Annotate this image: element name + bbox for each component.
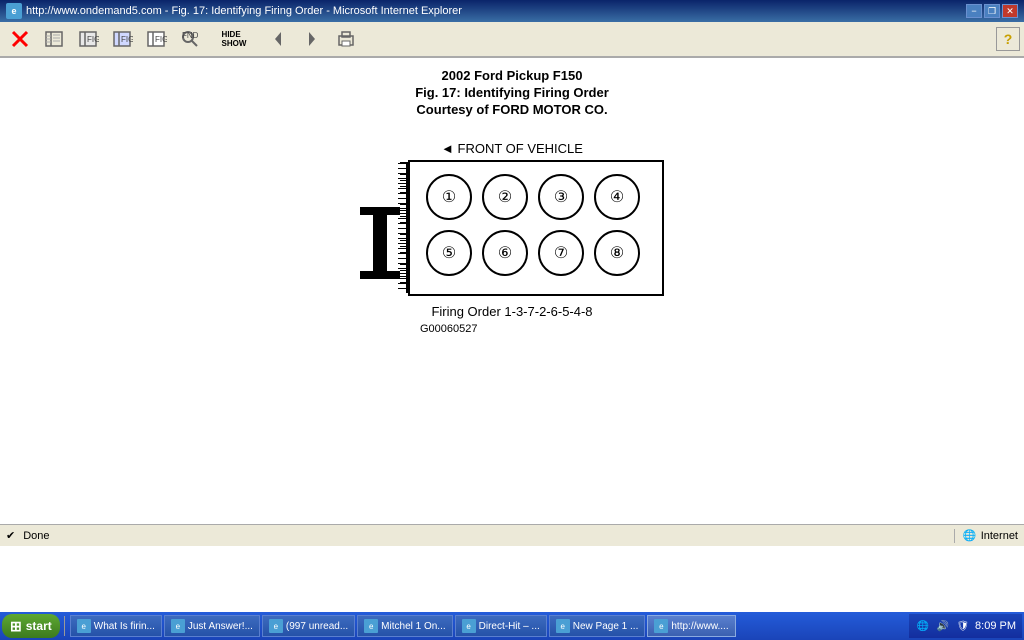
- globe-icon: 🌐: [963, 529, 977, 543]
- taskbar-item-6[interactable]: e New Page 1 ...: [549, 615, 646, 637]
- system-tray: 🌐 🔊 🛡 8:09 PM: [909, 614, 1022, 638]
- book-btn-3[interactable]: FIG: [106, 24, 138, 54]
- taskbar-item-3[interactable]: e (997 unread...: [262, 615, 355, 637]
- taskbar-label-3: (997 unread...: [286, 621, 348, 632]
- title-bar: e http://www.ondemand5.com - Fig. 17: Id…: [0, 0, 1024, 22]
- status-icon: ✔: [6, 529, 15, 542]
- page-title-line3: Courtesy of FORD MOTOR CO.: [416, 102, 607, 117]
- hide-show-button[interactable]: HIDESHOW: [208, 24, 260, 54]
- taskbar-item-5[interactable]: e Direct-Hit – ...: [455, 615, 547, 637]
- front-of-vehicle-label: ◄ FRONT OF VEHICLE: [441, 141, 583, 156]
- title-bar-left: e http://www.ondemand5.com - Fig. 17: Id…: [6, 3, 462, 19]
- back-button[interactable]: [4, 24, 36, 54]
- close-button[interactable]: ✕: [1002, 4, 1018, 18]
- taskbar-label-5: Direct-Hit – ...: [479, 621, 540, 632]
- taskbar-item-7[interactable]: e http://www....: [647, 615, 735, 637]
- cylinder-6: ⑥: [482, 230, 528, 276]
- nav-left-button[interactable]: [262, 24, 294, 54]
- status-bar: ✔ Done 🌐 Internet: [0, 524, 1024, 546]
- tray-icon-security: 🛡: [955, 618, 971, 634]
- tray-icon-volume: 🔊: [935, 618, 951, 634]
- content-area: 2002 Ford Pickup F150 Fig. 17: Identifyi…: [0, 58, 1024, 524]
- book-btn-2[interactable]: FIG: [72, 24, 104, 54]
- taskbar-icon-4: e: [364, 619, 378, 633]
- page-title-line2: Fig. 17: Identifying Firing Order: [415, 85, 609, 100]
- nav-right-button[interactable]: [296, 24, 328, 54]
- cylinder-2: ②: [482, 174, 528, 220]
- taskbar-icon-6: e: [556, 619, 570, 633]
- cylinder-4: ④: [594, 174, 640, 220]
- print-button[interactable]: [330, 24, 362, 54]
- taskbar-icon-1: e: [77, 619, 91, 633]
- cylinder-box: ① ② ③ ④ ⑤ ⑥ ⑦ ⑧: [408, 160, 664, 296]
- taskbar-item-4[interactable]: e Mitchel 1 On...: [357, 615, 452, 637]
- windows-logo: ⊞: [10, 618, 22, 635]
- book-btn-4[interactable]: FIG: [140, 24, 172, 54]
- svg-text:FND: FND: [182, 31, 199, 40]
- minimize-button[interactable]: −: [966, 4, 982, 18]
- zone-label: Internet: [981, 530, 1018, 542]
- title-bar-controls: − ❐ ✕: [966, 4, 1018, 18]
- cylinder-5: ⑤: [426, 230, 472, 276]
- restore-button[interactable]: ❐: [984, 4, 1000, 18]
- taskbar-item-1[interactable]: e What Is firin...: [70, 615, 162, 637]
- cylinder-8: ⑧: [594, 230, 640, 276]
- taskbar-icon-2: e: [171, 619, 185, 633]
- firing-order-label: Firing Order 1-3-7-2-6-5-4-8: [431, 304, 592, 319]
- status-text: Done: [23, 530, 945, 542]
- tray-icon-network: 🌐: [915, 618, 931, 634]
- crank-stub: [360, 177, 400, 279]
- cylinder-1: ①: [426, 174, 472, 220]
- toolbar: FIG FIG FIG FND HIDESHOW: [0, 22, 1024, 58]
- taskbar-label-6: New Page 1 ...: [573, 621, 639, 632]
- taskbar-label-4: Mitchel 1 On...: [381, 621, 445, 632]
- taskbar-item-2[interactable]: e Just Answer!...: [164, 615, 260, 637]
- help-button[interactable]: ?: [996, 27, 1020, 51]
- taskbar-label-7: http://www....: [671, 621, 728, 632]
- zoom-button[interactable]: FND: [174, 24, 206, 54]
- taskbar: ⊞ start e What Is firin... e Just Answer…: [0, 612, 1024, 640]
- cylinder-3: ③: [538, 174, 584, 220]
- cylinder-7: ⑦: [538, 230, 584, 276]
- taskbar-label-1: What Is firin...: [94, 621, 155, 632]
- diagram-code: G00060527: [420, 323, 478, 335]
- internet-zone: 🌐 Internet: [954, 529, 1018, 543]
- system-clock: 8:09 PM: [975, 620, 1016, 632]
- taskbar-icon-3: e: [269, 619, 283, 633]
- svg-text:FIG: FIG: [87, 35, 99, 44]
- engine-diagram: ① ② ③ ④ ⑤ ⑥ ⑦ ⑧: [360, 160, 664, 296]
- window-title: http://www.ondemand5.com - Fig. 17: Iden…: [26, 5, 462, 17]
- ie-icon: e: [6, 3, 22, 19]
- firing-order-diagram: ◄ FRONT OF VEHICLE ① ② ③ ④ ⑤ ⑥ ⑦ ⑧: [360, 141, 664, 335]
- taskbar-label-2: Just Answer!...: [188, 621, 253, 632]
- svg-text:FIG: FIG: [155, 35, 167, 44]
- svg-text:FIG: FIG: [121, 35, 133, 44]
- page-title-line1: 2002 Ford Pickup F150: [442, 68, 583, 83]
- book-btn-1[interactable]: [38, 24, 70, 54]
- start-button[interactable]: ⊞ start: [2, 614, 60, 638]
- start-label: start: [26, 619, 52, 633]
- taskbar-icon-7: e: [654, 619, 668, 633]
- taskbar-icon-5: e: [462, 619, 476, 633]
